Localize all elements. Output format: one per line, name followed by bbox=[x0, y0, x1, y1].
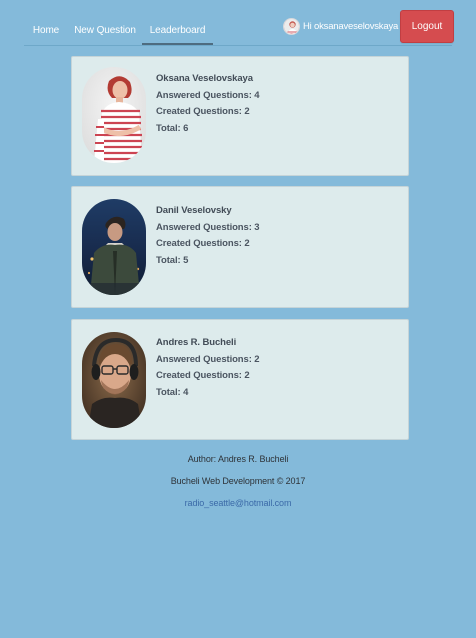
user-stats: Oksana Veselovskaya Answered Questions: … bbox=[156, 71, 260, 137]
user-greeting-text: Hi oksanaveselovskaya bbox=[303, 20, 399, 32]
leaderboard-card: Oksana Veselovskaya Answered Questions: … bbox=[71, 56, 409, 176]
answered-questions: Answered Questions: 3 bbox=[156, 221, 260, 233]
total-score: Total: 6 bbox=[156, 122, 189, 134]
user-photo bbox=[82, 199, 146, 295]
page-footer: Author: Andres R. Bucheli Bucheli Web De… bbox=[0, 448, 476, 514]
footer-email-link[interactable]: radio_seattle@hotmail.com bbox=[0, 492, 476, 514]
total-score: Total: 4 bbox=[156, 386, 189, 398]
user-stats: Andres R. Bucheli Answered Questions: 2 … bbox=[156, 335, 260, 401]
user-greeting: Hi oksanaveselovskaya bbox=[283, 17, 398, 35]
created-questions: Created Questions: 2 bbox=[156, 106, 250, 117]
leaderboard-card: Andres R. Bucheli Answered Questions: 2 … bbox=[71, 319, 409, 440]
footer-copyright: Bucheli Web Development © 2017 bbox=[170, 476, 306, 486]
user-avatar-icon bbox=[283, 17, 300, 35]
user-photo bbox=[82, 332, 146, 428]
answered-questions: Answered Questions: 4 bbox=[156, 89, 260, 101]
created-questions: Created Questions: 2 bbox=[156, 238, 250, 249]
nav-home-link[interactable]: Home bbox=[24, 14, 68, 44]
leaderboard-card: Danil Veselovsky Answered Questions: 3 C… bbox=[71, 186, 409, 308]
user-photo bbox=[82, 67, 146, 163]
user-name: Danil Veselovsky bbox=[156, 205, 232, 216]
nav-leaderboard-link[interactable]: Leaderboard bbox=[142, 14, 213, 45]
nav-new-question-link[interactable]: New Question bbox=[70, 14, 140, 44]
user-name: Andres R. Bucheli bbox=[156, 337, 237, 348]
logout-button[interactable]: Logout bbox=[400, 10, 454, 43]
total-score: Total: 5 bbox=[156, 254, 189, 266]
user-stats: Danil Veselovsky Answered Questions: 3 C… bbox=[156, 203, 260, 269]
created-questions: Created Questions: 2 bbox=[156, 370, 250, 381]
user-name: Oksana Veselovskaya bbox=[156, 73, 253, 84]
footer-author: Author: Andres R. Bucheli bbox=[187, 454, 289, 464]
answered-questions: Answered Questions: 2 bbox=[156, 353, 260, 365]
